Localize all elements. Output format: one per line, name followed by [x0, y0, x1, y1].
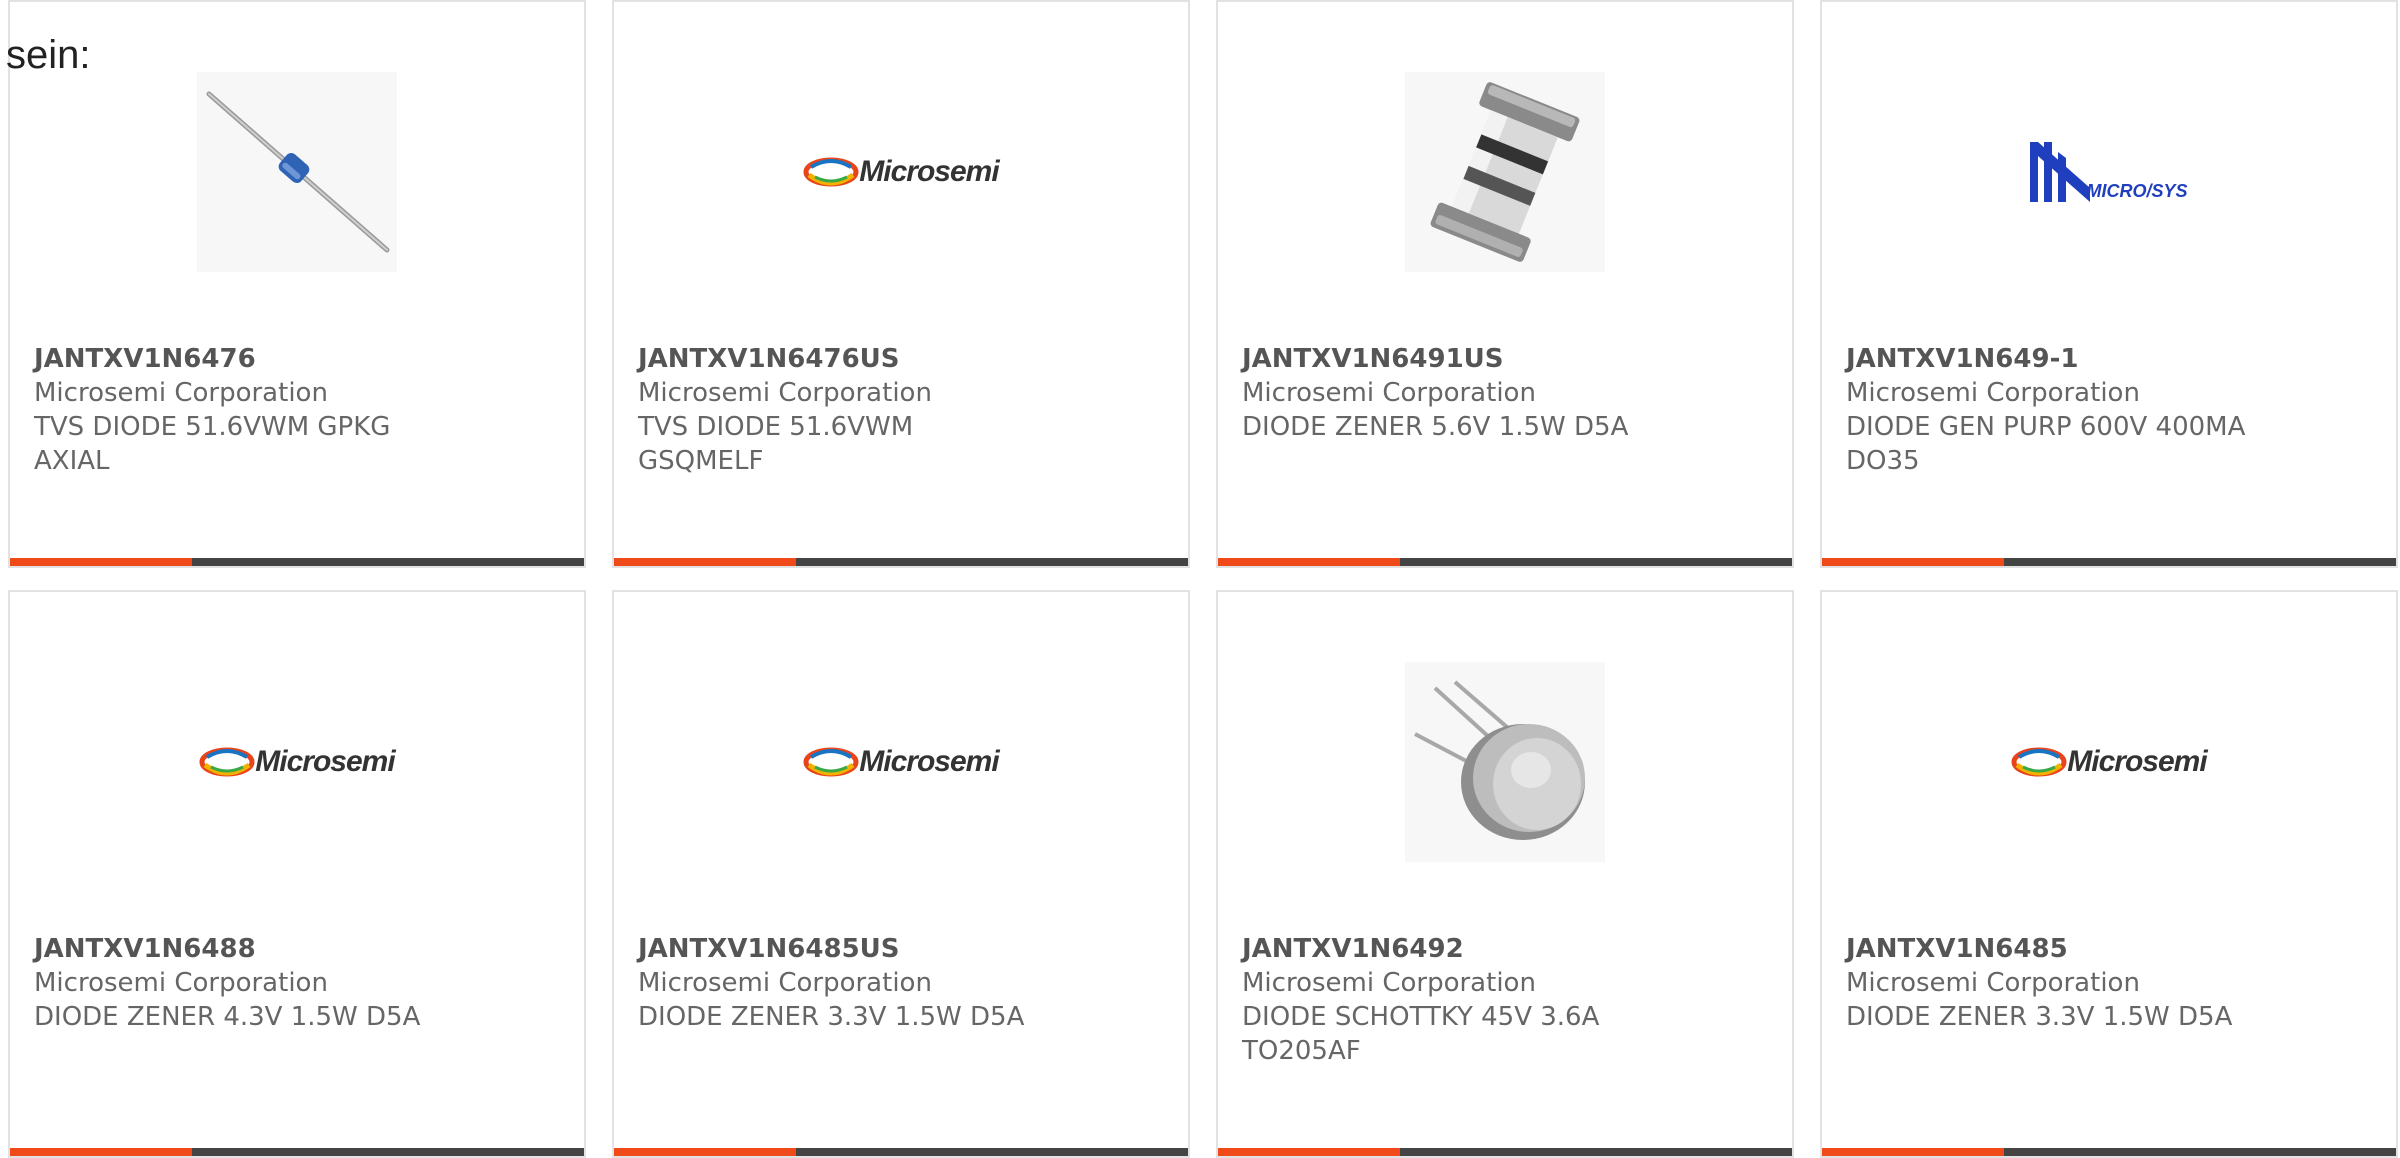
part-number[interactable]: JANTXV1N6485 — [1846, 932, 2372, 966]
logo-text: Microsemi — [859, 745, 999, 778]
product-image[interactable] — [197, 72, 397, 272]
part-number[interactable]: JANTXV1N6492 — [1242, 932, 1768, 966]
product-image[interactable]: Microsemi — [801, 72, 1001, 272]
card-accent-bar — [1218, 558, 1792, 566]
melf-diode-photo-icon — [1405, 72, 1605, 272]
part-number[interactable]: JANTXV1N6476 — [34, 342, 560, 376]
manufacturer: Microsemi Corporation — [1846, 378, 2140, 408]
product-image[interactable] — [1405, 72, 1605, 272]
microsemi-logo-icon: Microsemi — [199, 745, 396, 779]
logo-text: Microsemi — [2067, 745, 2207, 778]
card-accent-bar — [10, 1148, 584, 1156]
axial-diode-photo-icon — [197, 72, 397, 272]
card-accent-bar — [1822, 1148, 2396, 1156]
product-card[interactable]: Microsemi JANTXV1N6488 Microsemi Corpora… — [8, 590, 586, 1158]
to-can-photo-icon — [1405, 662, 1605, 862]
product-card[interactable]: JANTXV1N6491US Microsemi Corporation DIO… — [1216, 0, 1794, 568]
product-image[interactable]: Microsemi — [2009, 662, 2209, 862]
part-number[interactable]: JANTXV1N6491US — [1242, 342, 1768, 376]
part-number[interactable]: JANTXV1N649-1 — [1846, 342, 2372, 376]
description: TVS DIODE 51.6VWM GPKG AXIAL — [34, 412, 391, 476]
page-heading: sein: — [6, 33, 91, 77]
description: DIODE ZENER 5.6V 1.5W D5A — [1242, 412, 1629, 442]
part-number[interactable]: JANTXV1N6488 — [34, 932, 560, 966]
manufacturer: Microsemi Corporation — [638, 968, 932, 998]
microsys-logo-icon: MICRO/SYS — [2030, 142, 2188, 202]
card-accent-bar — [10, 558, 584, 566]
description: DIODE GEN PURP 600V 400MA DO35 — [1846, 412, 2246, 476]
card-accent-bar — [1218, 1148, 1792, 1156]
product-card[interactable]: Microsemi JANTXV1N6485US Microsemi Corpo… — [612, 590, 1190, 1158]
manufacturer: Microsemi Corporation — [1846, 968, 2140, 998]
product-card[interactable]: JANTXV1N6476 Microsemi Corporation TVS D… — [8, 0, 586, 568]
microsemi-logo-icon: Microsemi — [803, 745, 1000, 779]
description: DIODE ZENER 3.3V 1.5W D5A — [1846, 1002, 2233, 1032]
product-card[interactable]: Microsemi JANTXV1N6485 Microsemi Corpora… — [1820, 590, 2398, 1158]
product-card[interactable]: MICRO/SYS JANTXV1N649-1 Microsemi Corpor… — [1820, 0, 2398, 568]
manufacturer: Microsemi Corporation — [34, 968, 328, 998]
product-card[interactable]: JANTXV1N6492 Microsemi Corporation DIODE… — [1216, 590, 1794, 1158]
product-image[interactable]: Microsemi — [197, 662, 397, 862]
logo-text: Microsemi — [859, 155, 999, 188]
logo-text: Microsemi — [255, 745, 395, 778]
description: DIODE ZENER 4.3V 1.5W D5A — [34, 1002, 421, 1032]
card-accent-bar — [614, 558, 1188, 566]
product-image[interactable]: MICRO/SYS — [2009, 72, 2209, 272]
microsemi-logo-icon: Microsemi — [803, 155, 1000, 189]
product-image[interactable] — [1405, 662, 1605, 862]
manufacturer: Microsemi Corporation — [34, 378, 328, 408]
logo-text: MICRO/SYS — [2086, 181, 2188, 201]
product-card[interactable]: Microsemi JANTXV1N6476US Microsemi Corpo… — [612, 0, 1190, 568]
manufacturer: Microsemi Corporation — [1242, 378, 1536, 408]
manufacturer: Microsemi Corporation — [638, 378, 932, 408]
description: DIODE SCHOTTKY 45V 3.6A TO205AF — [1242, 1002, 1600, 1066]
part-number[interactable]: JANTXV1N6485US — [638, 932, 1164, 966]
part-number[interactable]: JANTXV1N6476US — [638, 342, 1164, 376]
description: DIODE ZENER 3.3V 1.5W D5A — [638, 1002, 1025, 1032]
manufacturer: Microsemi Corporation — [1242, 968, 1536, 998]
description: TVS DIODE 51.6VWM GSQMELF — [638, 412, 914, 476]
product-image[interactable]: Microsemi — [801, 662, 1001, 862]
card-accent-bar — [614, 1148, 1188, 1156]
microsemi-logo-icon: Microsemi — [2011, 745, 2208, 779]
card-accent-bar — [1822, 558, 2396, 566]
